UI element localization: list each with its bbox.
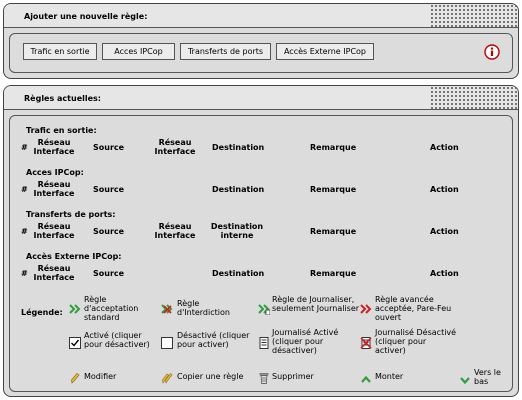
current-rules-body: Trafic en sortie: # Réseau Interface Sou… xyxy=(9,115,513,392)
col-src-net: Réseau Interface xyxy=(33,222,75,240)
col-src-net: Réseau Interface xyxy=(33,264,75,282)
col-remark: Remarque xyxy=(310,185,357,194)
col-num: # xyxy=(21,227,28,236)
add-rule-title: Ajouter une nouvelle règle: xyxy=(24,12,148,21)
col-destination: Destination xyxy=(212,269,265,278)
col-source: Source xyxy=(93,269,125,278)
legend-advanced-text: Règle avancée acceptée, Pare-Feu ouvert xyxy=(375,295,452,322)
section-title-transferts-de-ports: Transferts de ports: xyxy=(26,210,116,219)
legend-down-text: Vers le bas xyxy=(474,368,501,386)
btn-acces-externe-ipcop[interactable]: Accès Externe IPCop xyxy=(276,43,374,60)
col-dst-net: Réseau Interface xyxy=(154,222,196,240)
header-dot-pattern xyxy=(430,4,518,28)
col-destination: Destination xyxy=(212,143,265,152)
log-rule-icon xyxy=(258,304,270,315)
col-remark: Remarque xyxy=(310,143,357,152)
col-num: # xyxy=(21,185,28,194)
deny-rule-icon xyxy=(161,304,173,314)
col-action: Action xyxy=(430,143,459,152)
legend-enabled-text: Activé (cliquer pour désactiver) xyxy=(84,331,150,349)
legend-log-text: Règle de Journaliser, seulement Journali… xyxy=(272,295,360,313)
copy-rule-icon xyxy=(162,373,173,384)
legend-edit-text: Modifier xyxy=(84,372,117,381)
legend-label: Légende: xyxy=(21,308,63,317)
section-title-acces-externe-ipcop: Accès Externe IPCop: xyxy=(26,252,122,261)
add-rule-header: Ajouter une nouvelle règle: xyxy=(4,4,518,28)
col-remark: Remarque xyxy=(310,227,357,236)
col-num: # xyxy=(21,269,28,278)
arrow-down-icon xyxy=(460,377,470,385)
add-rule-panel: Ajouter une nouvelle règle: Trafic en so… xyxy=(3,3,519,79)
btn-acces-ipcop[interactable]: Acces IPCop xyxy=(102,43,175,60)
advanced-rule-icon xyxy=(360,304,372,314)
trash-icon xyxy=(259,373,269,384)
col-dst-net: Réseau Interface xyxy=(154,138,196,156)
col-src-net: Réseau Interface xyxy=(33,138,75,156)
accept-rule-icon xyxy=(69,304,81,314)
legend-remove-text: Supprimer xyxy=(272,372,314,381)
col-action: Action xyxy=(430,227,459,236)
col-action: Action xyxy=(430,269,459,278)
log-enabled-icon xyxy=(259,337,269,349)
section-title-acces-ipcop: Acces IPCop: xyxy=(26,168,84,177)
current-rules-header: Règles actuelles: xyxy=(4,86,518,110)
col-action: Action xyxy=(430,185,459,194)
col-num: # xyxy=(21,143,28,152)
legend-disabled-text: Désactivé (cliquer pour activer) xyxy=(177,331,250,349)
legend-accept-text: Règle d'acceptation standard xyxy=(84,295,139,322)
col-destination: Destination interne xyxy=(210,222,264,240)
btn-trafic-en-sortie[interactable]: Trafic en sortie xyxy=(23,43,97,60)
col-remark: Remarque xyxy=(310,269,357,278)
col-src-net: Réseau Interface xyxy=(33,180,75,198)
col-source: Source xyxy=(93,185,125,194)
arrow-up-icon xyxy=(361,375,371,383)
current-rules-title: Règles actuelles: xyxy=(24,94,101,103)
edit-pencil-icon xyxy=(71,373,80,384)
checkbox-checked-icon xyxy=(69,337,81,349)
info-icon[interactable] xyxy=(484,44,500,60)
col-source: Source xyxy=(93,227,125,236)
add-rule-body: Trafic en sortie Acces IPCop Transferts … xyxy=(9,33,513,73)
col-source: Source xyxy=(93,143,125,152)
legend-log-off-text: Journalisé Désactivé (cliquer pour activ… xyxy=(375,328,457,355)
header-dot-pattern xyxy=(430,86,518,110)
section-title-trafic-en-sortie: Trafic en sortie: xyxy=(26,126,97,135)
legend-deny-text: Règle d'Interdiction xyxy=(177,299,230,317)
current-rules-panel: Règles actuelles: Trafic en sortie: # Ré… xyxy=(3,85,519,397)
col-destination: Destination xyxy=(212,185,265,194)
log-disabled-icon xyxy=(360,337,372,349)
checkbox-empty-icon xyxy=(161,337,173,349)
legend-up-text: Monter xyxy=(375,372,404,381)
legend-log-on-text: Journalisé Activé (cliquer pour désactiv… xyxy=(272,328,339,355)
legend-copy-text: Copier une règle xyxy=(177,372,244,381)
btn-transferts-de-ports[interactable]: Transferts de ports xyxy=(180,43,271,60)
